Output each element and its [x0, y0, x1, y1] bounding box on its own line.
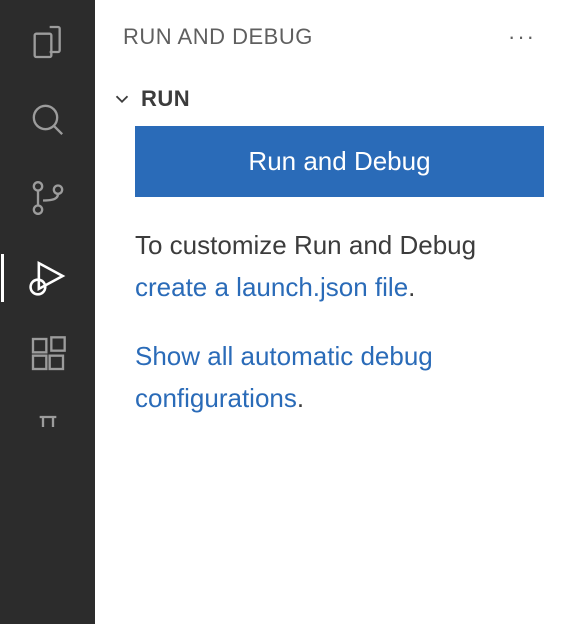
customize-text: To customize Run and Debug create a laun… [135, 225, 544, 308]
search-icon [28, 100, 68, 145]
debug-icon [26, 254, 70, 303]
run-debug-tab[interactable] [24, 254, 72, 302]
more-actions-button[interactable]: ··· [500, 20, 544, 54]
extensions-tab[interactable] [24, 332, 72, 380]
search-tab[interactable] [24, 98, 72, 146]
show-all-configs-link[interactable]: Show all automatic debug configurations. [135, 336, 544, 419]
sidebar-title: RUN AND DEBUG [123, 24, 313, 50]
files-icon [28, 22, 68, 67]
source-control-tab[interactable] [24, 176, 72, 224]
chevron-down-icon [111, 88, 133, 110]
run-panel-content: Run and Debug To customize Run and Debug… [95, 126, 574, 419]
extra-tab[interactable] [24, 410, 72, 458]
period: . [408, 272, 415, 302]
run-debug-sidebar: RUN AND DEBUG ··· RUN Run and Debug To c… [95, 0, 574, 624]
beaker-icon [28, 412, 68, 457]
extensions-icon [28, 334, 68, 379]
explorer-tab[interactable] [24, 20, 72, 68]
run-section-header[interactable]: RUN [95, 64, 574, 126]
activity-bar [0, 0, 95, 624]
section-title: RUN [141, 86, 190, 112]
run-and-debug-button[interactable]: Run and Debug [135, 126, 544, 197]
create-launch-json-link[interactable]: create a launch.json file [135, 272, 408, 302]
sidebar-header: RUN AND DEBUG ··· [95, 0, 574, 64]
customize-prefix: To customize Run and Debug [135, 230, 476, 260]
branch-icon [28, 178, 68, 223]
